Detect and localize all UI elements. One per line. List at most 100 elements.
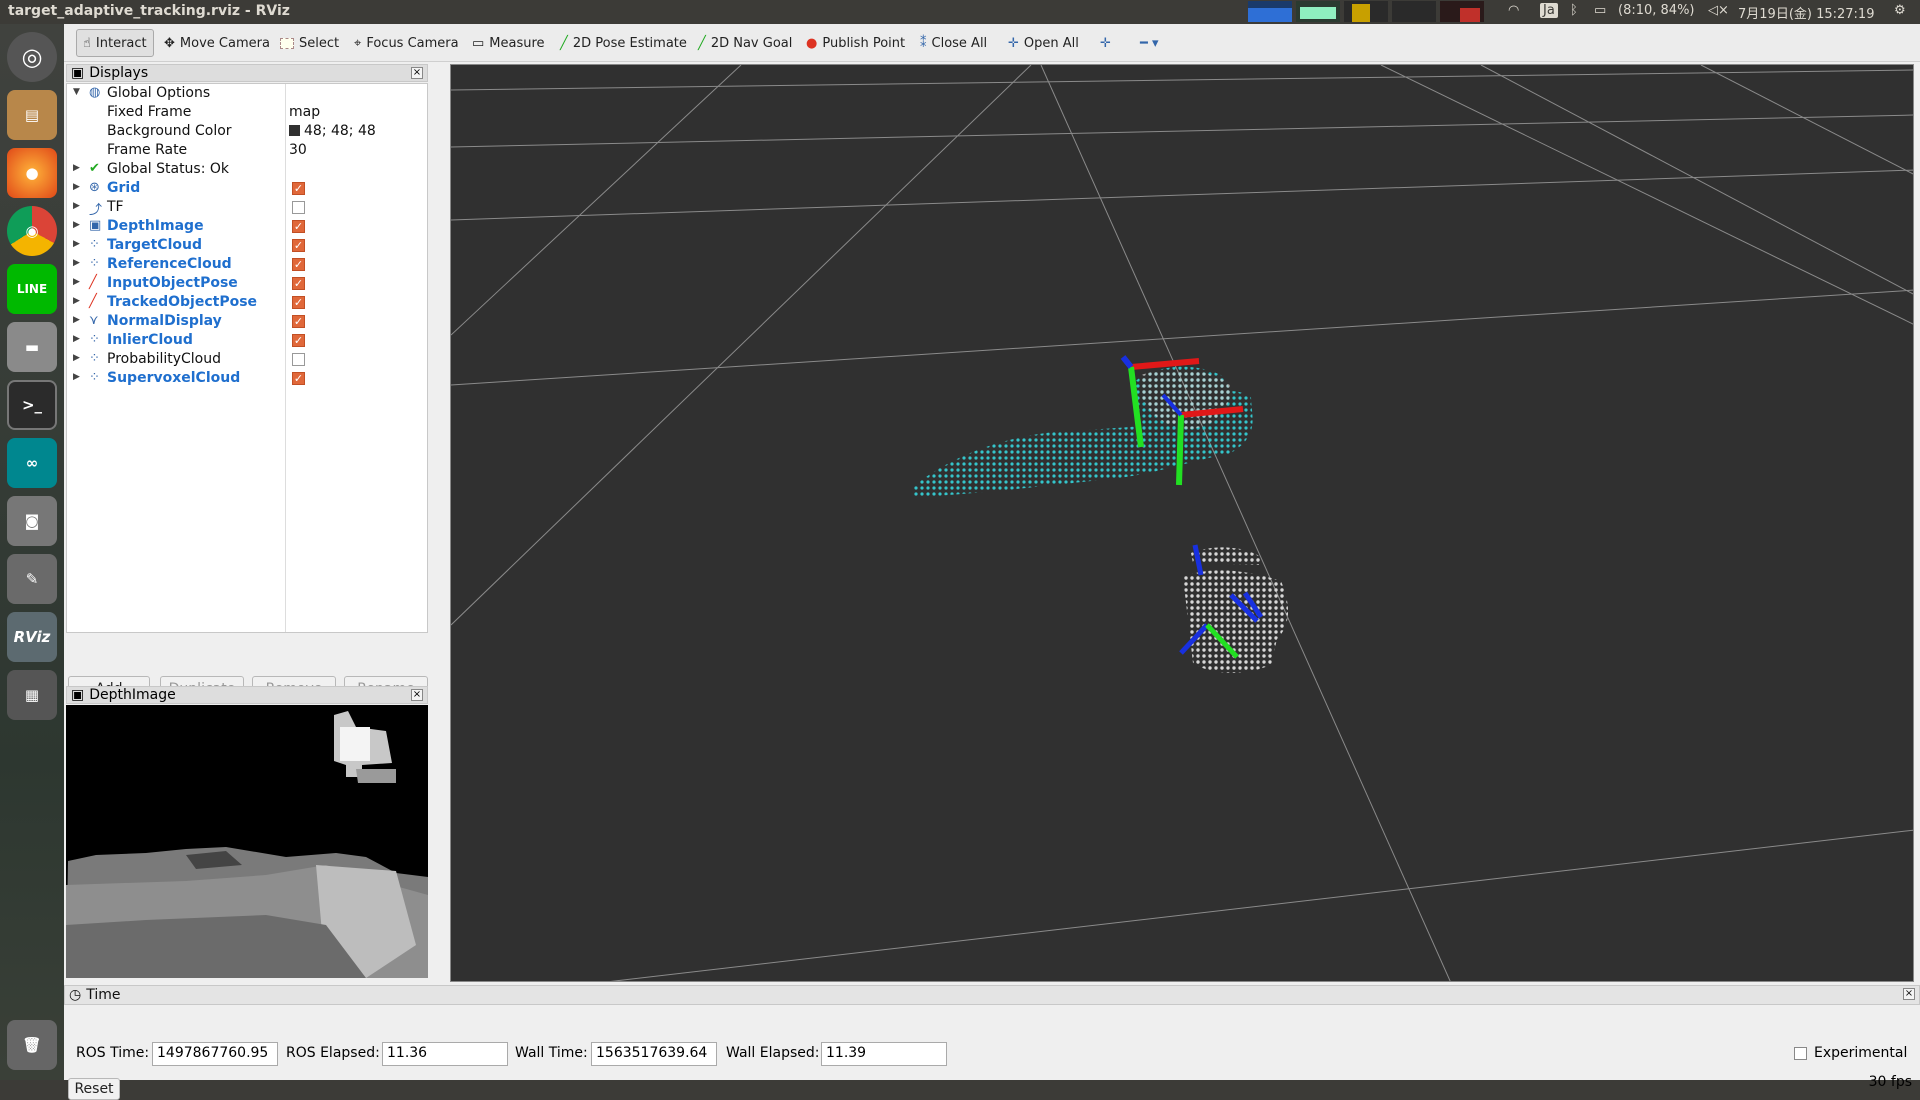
display-item[interactable]: ▶ ⁘ SupervoxelCloud ✓	[67, 369, 427, 388]
rviz-window: ☝ Interact ✥ Move Camera Select ⌖ Focus Cam…	[64, 24, 1920, 1100]
expand-arrow-icon[interactable]: ▶	[73, 182, 80, 192]
display-item[interactable]: ▶ ⁘ InlierCloud ✓	[67, 331, 427, 350]
display-enable-checkbox[interactable]: ✓	[292, 220, 305, 233]
add-tool-button[interactable]: ✛	[1094, 29, 1117, 57]
disk-icon[interactable]: ▬	[7, 322, 57, 372]
display-enable-checkbox[interactable]	[292, 201, 305, 214]
tool-2d-pose-estimate[interactable]: ╱ 2D Pose Estimate	[554, 29, 693, 57]
expand-arrow-icon[interactable]: ▶	[73, 315, 80, 325]
display-item-label: SupervoxelCloud	[107, 370, 241, 386]
display-item[interactable]: ▶ ╱ InputObjectPose ✓	[67, 274, 427, 293]
tool-open-all[interactable]: ✛ Open All	[1002, 29, 1085, 57]
display-item[interactable]: ▶ ⁘ ProbabilityCloud	[67, 350, 427, 369]
display-enable-checkbox[interactable]	[292, 353, 305, 366]
chrome-icon[interactable]: ◉	[7, 206, 57, 256]
display-item-label: NormalDisplay	[107, 313, 222, 329]
ubuntu-dash-icon[interactable]: ◎	[7, 32, 57, 82]
system-top-bar: target_adaptive_tracking.rviz - RViz ◠ J…	[0, 0, 1920, 24]
close-icon[interactable]: ×	[1903, 988, 1915, 1000]
tree-fixed-frame[interactable]: Fixed Frame map	[67, 103, 427, 122]
arduino-icon[interactable]: ∞	[7, 438, 57, 488]
point-cloud-icon: ⁘	[89, 370, 100, 385]
workspace-switcher-icon[interactable]: ▦	[7, 670, 57, 720]
point-cloud-icon: ⁘	[89, 237, 100, 252]
scene-svg	[451, 65, 1913, 981]
display-enable-checkbox[interactable]: ✓	[292, 372, 305, 385]
tool-select[interactable]: Select	[274, 29, 345, 57]
clock[interactable]: 7月19日(金) 15:27:19	[1738, 3, 1874, 22]
tree-background-color[interactable]: Background Color 48; 48; 48	[67, 122, 427, 141]
display-item[interactable]: ▶ ⁘ ReferenceCloud ✓	[67, 255, 427, 274]
collapse-arrow-icon[interactable]: ▼	[73, 87, 80, 97]
display-enable-checkbox[interactable]: ✓	[292, 182, 305, 195]
tree-frame-rate[interactable]: Frame Rate 30	[67, 141, 427, 160]
3d-render-view[interactable]	[450, 64, 1914, 982]
experimental-checkbox[interactable]	[1794, 1047, 1807, 1060]
expand-arrow-icon[interactable]: ▶	[73, 220, 80, 230]
camera-icon[interactable]: ◙	[7, 496, 57, 546]
battery-status[interactable]: (8:10, 84%)	[1618, 3, 1695, 18]
hand-icon: ☝	[83, 35, 91, 51]
measure-icon: ▭	[472, 35, 485, 51]
expand-arrow-icon[interactable]: ▶	[73, 372, 80, 382]
firefox-icon[interactable]: ●	[7, 148, 57, 198]
display-item[interactable]: ▶ ╱ TrackedObjectPose ✓	[67, 293, 427, 312]
tool-focus-camera[interactable]: ⌖ Focus Camera	[348, 29, 465, 57]
display-enable-checkbox[interactable]: ✓	[292, 315, 305, 328]
volume-icon[interactable]: ◁×	[1708, 3, 1729, 18]
expand-arrow-icon[interactable]: ▶	[73, 163, 80, 173]
bluetooth-icon[interactable]: ᛒ	[1570, 3, 1578, 18]
expand-arrow-icon[interactable]: ▶	[73, 201, 80, 211]
pose-icon: ╱	[89, 294, 97, 309]
close-icon[interactable]: ×	[411, 67, 423, 79]
display-item[interactable]: ▶ ⋎ NormalDisplay ✓	[67, 312, 427, 331]
point-cloud-icon: ⁘	[89, 256, 100, 271]
display-enable-checkbox[interactable]: ✓	[292, 277, 305, 290]
battery-icon[interactable]: ▭	[1594, 3, 1606, 18]
close-icon[interactable]: ×	[411, 689, 423, 701]
window-title: target_adaptive_tracking.rviz - RViz	[8, 3, 290, 19]
ros-elapsed-field[interactable]: 11.36	[382, 1042, 508, 1066]
display-item[interactable]: ▶ ⁘ TargetCloud ✓	[67, 236, 427, 255]
tool-close-all[interactable]: ⁑ Close All	[914, 29, 993, 57]
wall-time-label: Wall Time:	[515, 1045, 588, 1061]
tool-publish-point[interactable]: ● Publish Point	[800, 29, 911, 57]
expand-arrow-icon[interactable]: ▶	[73, 239, 80, 249]
display-enable-checkbox[interactable]: ✓	[292, 296, 305, 309]
tool-interact[interactable]: ☝ Interact	[76, 29, 154, 57]
tf-icon: ⤴	[89, 203, 103, 218]
expand-arrow-icon[interactable]: ▶	[73, 277, 80, 287]
tree-global-options[interactable]: ▼ ◍ Global Options	[67, 84, 427, 103]
keyboard-language[interactable]: Ja	[1540, 3, 1558, 18]
tree-global-status[interactable]: ▶ ✔ Global Status: Ok	[67, 160, 427, 179]
display-item[interactable]: ▶ ⊛ Grid ✓	[67, 179, 427, 198]
wifi-icon[interactable]: ◠	[1508, 3, 1519, 18]
remove-tool-menu[interactable]: ━ ▾	[1134, 29, 1164, 57]
tool-move-camera[interactable]: ✥ Move Camera	[158, 29, 276, 57]
ros-time-field[interactable]: 1497867760.95	[152, 1042, 278, 1066]
files-icon[interactable]: ▤	[7, 90, 57, 140]
display-item[interactable]: ▶ ⤴ TF	[67, 198, 427, 218]
wall-time-field[interactable]: 1563517639.64	[591, 1042, 717, 1066]
display-enable-checkbox[interactable]: ✓	[292, 258, 305, 271]
display-item-label: ReferenceCloud	[107, 256, 232, 272]
display-enable-checkbox[interactable]: ✓	[292, 239, 305, 252]
display-item[interactable]: ▶ ▣ DepthImage ✓	[67, 217, 427, 236]
trash-icon[interactable]: 🗑	[7, 1020, 57, 1070]
settings-gear-icon[interactable]: ⚙	[1894, 3, 1906, 18]
wall-elapsed-field[interactable]: 11.39	[821, 1042, 947, 1066]
globe-icon: ◍	[89, 85, 101, 100]
reset-button[interactable]: Reset	[68, 1078, 120, 1100]
rviz-icon[interactable]: RViz	[7, 612, 57, 662]
expand-arrow-icon[interactable]: ▶	[73, 334, 80, 344]
line-icon[interactable]: LINE	[7, 264, 57, 314]
ros-time-label: ROS Time:	[76, 1045, 150, 1061]
expand-arrow-icon[interactable]: ▶	[73, 353, 80, 363]
expand-arrow-icon[interactable]: ▶	[73, 296, 80, 306]
expand-arrow-icon[interactable]: ▶	[73, 258, 80, 268]
tool-measure[interactable]: ▭ Measure	[466, 29, 551, 57]
terminal-icon[interactable]: >_	[7, 380, 57, 430]
system-settings-icon[interactable]: ✎	[7, 554, 57, 604]
tool-2d-nav-goal[interactable]: ╱ 2D Nav Goal	[692, 29, 798, 57]
display-enable-checkbox[interactable]: ✓	[292, 334, 305, 347]
